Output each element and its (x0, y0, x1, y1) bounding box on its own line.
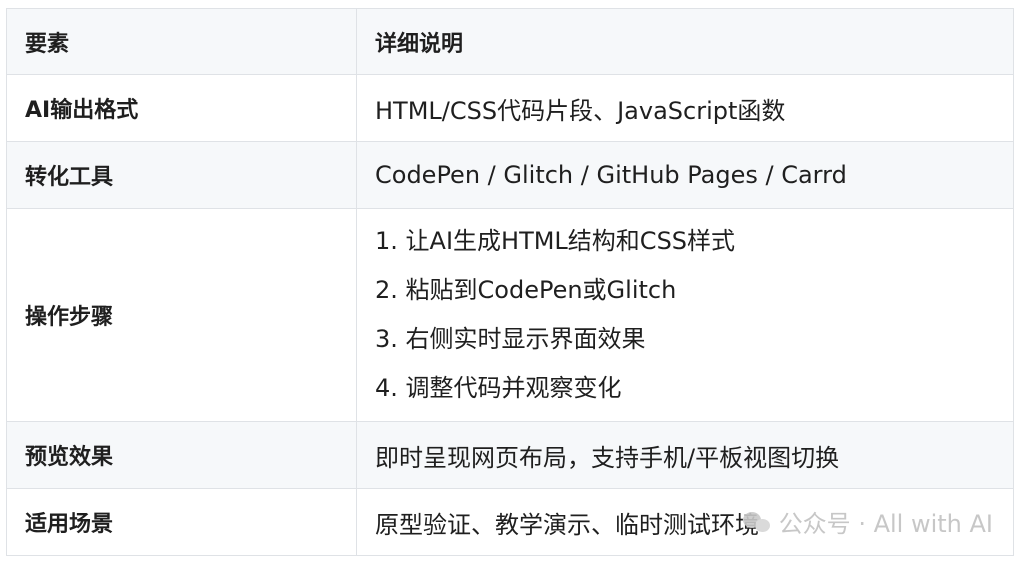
row-key: 转化工具 (6, 141, 357, 209)
step-item: 4. 调整代码并观察变化 (375, 374, 622, 402)
row-value: HTML/CSS代码片段、JavaScript函数 (356, 74, 1014, 142)
table-header-row: 要素 详细说明 (6, 8, 1014, 75)
step-item: 3. 右侧实时显示界面效果 (375, 325, 646, 353)
column-header-element: 要素 (6, 8, 357, 75)
row-key: 操作步骤 (6, 208, 357, 422)
watermark-text: 公众号 · All with AI (778, 510, 993, 538)
column-header-details: 详细说明 (356, 8, 1014, 75)
table-row: 操作步骤 1. 让AI生成HTML结构和CSS样式 2. 粘贴到CodePen或… (6, 208, 1014, 422)
row-value: CodePen / Glitch / GitHub Pages / Carrd (356, 141, 1014, 209)
wechat-official-account-icon (742, 510, 773, 534)
step-item: 1. 让AI生成HTML结构和CSS样式 (375, 227, 736, 255)
info-table-container: 要素 详细说明 AI输出格式 HTML/CSS代码片段、JavaScript函数… (6, 8, 1014, 556)
row-key: 适用场景 (6, 488, 357, 556)
row-key: 预览效果 (6, 421, 357, 489)
row-key: AI输出格式 (6, 74, 357, 142)
steps-list: 1. 让AI生成HTML结构和CSS样式 2. 粘贴到CodePen或Glitc… (375, 217, 995, 413)
table-row: 预览效果 即时呈现网页布局，支持手机/平板视图切换 (6, 421, 1014, 489)
table-row: AI输出格式 HTML/CSS代码片段、JavaScript函数 (6, 74, 1014, 142)
step-item: 2. 粘贴到CodePen或Glitch (375, 276, 677, 304)
row-value: 即时呈现网页布局，支持手机/平板视图切换 (356, 421, 1014, 489)
row-value-steps: 1. 让AI生成HTML结构和CSS样式 2. 粘贴到CodePen或Glitc… (356, 208, 1014, 422)
info-table: 要素 详细说明 AI输出格式 HTML/CSS代码片段、JavaScript函数… (6, 8, 1014, 556)
watermark: 公众号 · All with AI (742, 504, 993, 539)
table-row: 转化工具 CodePen / Glitch / GitHub Pages / C… (6, 141, 1014, 209)
